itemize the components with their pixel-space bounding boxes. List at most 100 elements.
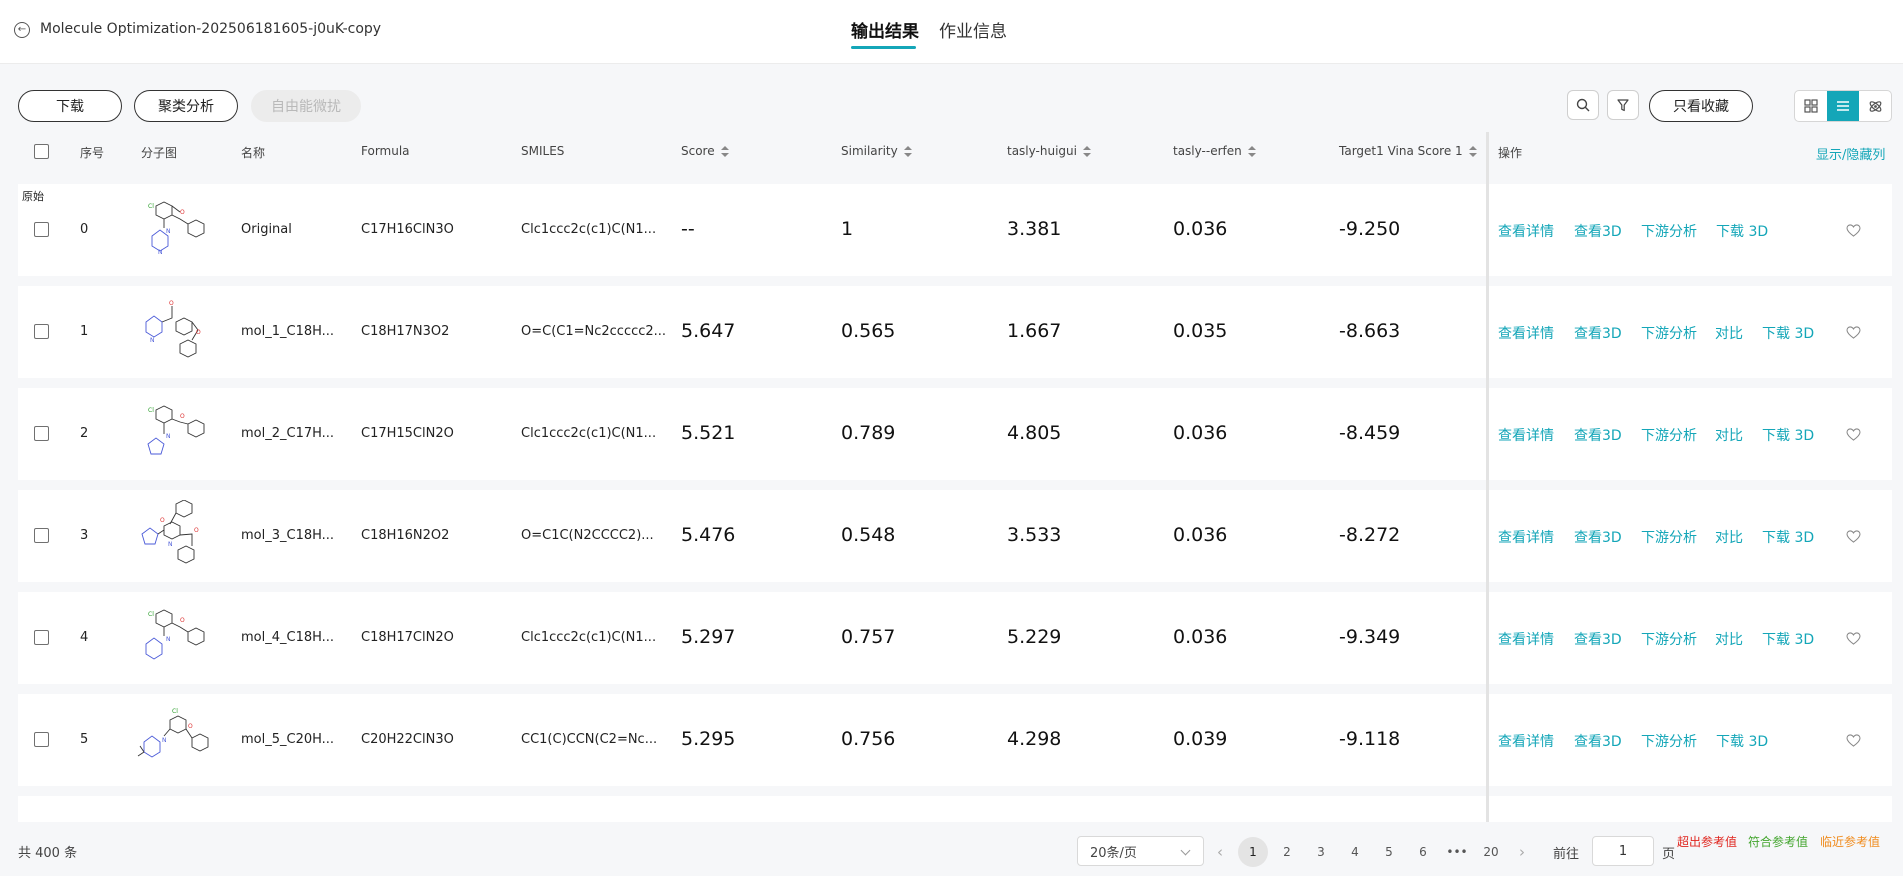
download-button[interactable]: 下载 (18, 90, 122, 122)
download3d-link[interactable]: 下载 3D (1762, 323, 1814, 343)
table-row: Cl O N 2 mol_2_C17H... C17H15ClN2O Clc1ccc2c(c… (18, 388, 1892, 480)
svg-text:N: N (166, 228, 171, 235)
svg-text:Cl: Cl (148, 407, 154, 414)
details-link[interactable]: 查看详情 (1498, 221, 1554, 241)
compare-link[interactable]: 对比 (1715, 527, 1743, 547)
toggle-columns-link[interactable]: 显示/隐藏列 (1816, 144, 1885, 163)
compare-link[interactable]: 对比 (1715, 425, 1743, 445)
details-link[interactable]: 查看详情 (1498, 425, 1554, 445)
page-number[interactable]: 3 (1306, 837, 1336, 867)
index-cell: 4 (80, 630, 89, 645)
page-number[interactable]: 5 (1374, 837, 1404, 867)
download3d-link[interactable]: 下载 3D (1762, 527, 1814, 547)
next-page-icon[interactable]: › (1507, 837, 1537, 867)
favorite-heart-icon[interactable] (1846, 326, 1861, 339)
downstream-link[interactable]: 下游分析 (1641, 221, 1697, 241)
page-number[interactable]: 1 (1238, 837, 1268, 867)
favorites-only-button[interactable]: 只看收藏 (1649, 90, 1753, 122)
search-button[interactable] (1567, 90, 1599, 120)
row-checkbox[interactable] (34, 630, 49, 645)
downstream-link[interactable]: 下游分析 (1641, 629, 1697, 649)
col-score[interactable]: Score (681, 144, 729, 158)
grid-view-icon[interactable] (1795, 91, 1827, 121)
downstream-link[interactable]: 下游分析 (1641, 731, 1697, 751)
molecule-structure-image[interactable]: Cl O N (136, 398, 216, 470)
view3d-link[interactable]: 查看3D (1574, 527, 1622, 547)
col-similarity[interactable]: Similarity (841, 144, 912, 158)
table-row: Cl O N 5 mol_5_C20H... C20H22ClN3O CC1(C)CCN(C… (18, 694, 1892, 786)
sort-icon[interactable] (1468, 145, 1477, 157)
page-number[interactable]: 2 (1272, 837, 1302, 867)
svg-text:O: O (196, 329, 201, 336)
col-huigui[interactable]: tasly-huigui (1007, 144, 1091, 158)
compare-link[interactable]: 对比 (1715, 323, 1743, 343)
view3d-link[interactable]: 查看3D (1574, 629, 1622, 649)
sort-icon[interactable] (903, 145, 912, 157)
svg-text:O: O (180, 617, 185, 624)
molecule-structure-image[interactable]: O O N (136, 296, 216, 368)
download3d-link[interactable]: 下载 3D (1716, 731, 1768, 751)
legend-within: 符合参考值 (1748, 835, 1809, 849)
cluster-analysis-button[interactable]: 聚类分析 (134, 90, 238, 122)
col-erfen[interactable]: tasly--erfen (1173, 144, 1256, 158)
downstream-link[interactable]: 下游分析 (1641, 323, 1697, 343)
row-checkbox[interactable] (34, 732, 49, 747)
select-all-checkbox[interactable] (34, 144, 49, 159)
molecule-structure-image[interactable]: O O N (136, 499, 216, 572)
page-number[interactable]: 6 (1408, 837, 1438, 867)
filter-button[interactable] (1607, 90, 1639, 120)
svg-text:O: O (194, 527, 199, 534)
download3d-link[interactable]: 下载 3D (1716, 221, 1768, 241)
huigui-cell: 5.229 (1007, 626, 1062, 648)
favorite-heart-icon[interactable] (1846, 530, 1861, 543)
favorite-heart-icon[interactable] (1846, 428, 1861, 441)
details-link[interactable]: 查看详情 (1498, 527, 1554, 547)
row-checkbox[interactable] (34, 528, 49, 543)
col-vina[interactable]: Target1 Vina Score 1 (1339, 144, 1477, 158)
list-view-icon[interactable] (1827, 91, 1859, 121)
tab-job-info[interactable]: 作业信息 (939, 17, 1007, 42)
name-cell: mol_4_C18H... (241, 630, 335, 645)
tab-output-results[interactable]: 输出结果 (851, 17, 919, 42)
molecule-structure-image[interactable]: Cl O N N (136, 194, 216, 266)
erfen-cell: 0.039 (1173, 728, 1228, 750)
row-checkbox[interactable] (34, 426, 49, 441)
download3d-link[interactable]: 下载 3D (1762, 425, 1814, 445)
view3d-link[interactable]: 查看3D (1574, 731, 1622, 751)
compare-link[interactable]: 对比 (1715, 629, 1743, 649)
favorite-heart-icon[interactable] (1846, 734, 1861, 747)
orbit-view-icon[interactable] (1859, 91, 1891, 121)
sort-icon[interactable] (1082, 145, 1091, 157)
page-number[interactable]: 20 (1476, 837, 1506, 867)
page-size-select[interactable]: 20条/页 (1077, 836, 1204, 866)
formula-cell: C18H16N2O2 (361, 528, 450, 543)
vina-cell: -9.349 (1339, 626, 1401, 648)
details-link[interactable]: 查看详情 (1498, 629, 1554, 649)
details-link[interactable]: 查看详情 (1498, 323, 1554, 343)
download3d-link[interactable]: 下载 3D (1762, 629, 1814, 649)
favorite-heart-icon[interactable] (1846, 632, 1861, 645)
page-number[interactable]: 4 (1340, 837, 1370, 867)
page-ellipsis[interactable]: ••• (1442, 837, 1472, 867)
downstream-link[interactable]: 下游分析 (1641, 425, 1697, 445)
active-tab-indicator (851, 46, 916, 49)
vina-cell: -8.459 (1339, 422, 1401, 444)
chevron-down-icon (1180, 845, 1191, 856)
fep-button[interactable]: 自由能微扰 (251, 90, 361, 122)
sort-icon[interactable] (720, 145, 729, 157)
row-checkbox[interactable] (34, 324, 49, 339)
sort-icon[interactable] (1247, 145, 1256, 157)
view3d-link[interactable]: 查看3D (1574, 323, 1622, 343)
goto-page-input[interactable]: 1 (1592, 836, 1654, 866)
row-checkbox[interactable] (34, 222, 49, 237)
details-link[interactable]: 查看详情 (1498, 731, 1554, 751)
favorite-heart-icon[interactable] (1846, 224, 1861, 237)
prev-page-icon[interactable]: ‹ (1205, 837, 1235, 867)
back-arrow-icon[interactable]: ← (14, 22, 30, 38)
view3d-link[interactable]: 查看3D (1574, 221, 1622, 241)
molecule-structure-image[interactable]: Cl O N (136, 602, 216, 674)
molecule-structure-image[interactable]: Cl O N (136, 704, 216, 776)
downstream-link[interactable]: 下游分析 (1641, 527, 1697, 547)
view3d-link[interactable]: 查看3D (1574, 425, 1622, 445)
smiles-cell: CC1(C)CCN(C2=Nc... (521, 732, 658, 747)
